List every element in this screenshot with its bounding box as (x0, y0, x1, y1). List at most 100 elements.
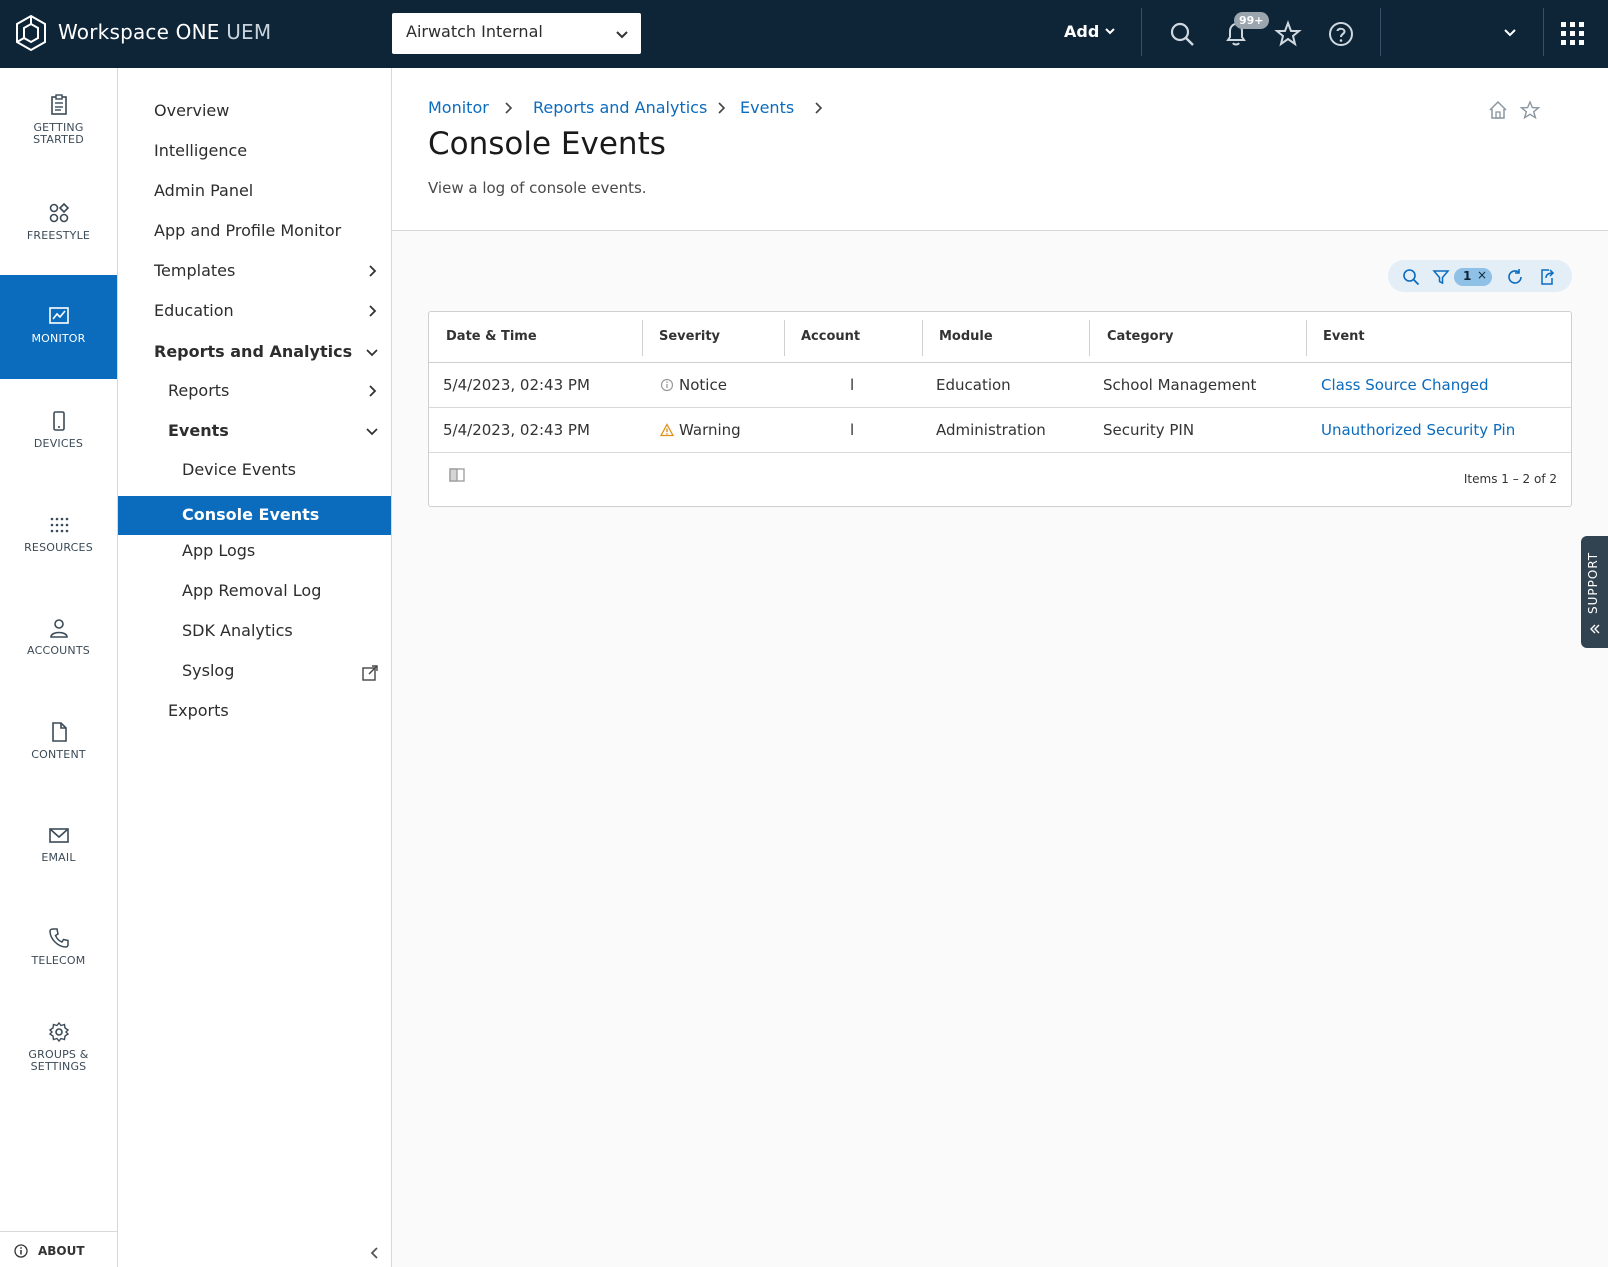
favorite-star-icon[interactable] (1520, 100, 1540, 120)
add-button[interactable]: Add (1064, 22, 1115, 41)
nav-item-app-profile-monitor[interactable]: App and Profile Monitor (118, 212, 391, 250)
column-resize-handle[interactable] (1306, 320, 1307, 356)
rail-item-content[interactable]: CONTENT (0, 693, 117, 795)
main-content: Monitor Reports and Analytics Events Con… (392, 68, 1608, 1267)
nav-item-console-events[interactable]: Console Events (118, 496, 391, 535)
column-header-severity[interactable]: Severity (659, 329, 720, 344)
user-menu-chevron-icon[interactable] (1503, 25, 1517, 39)
freestyle-workflow-icon (49, 202, 69, 223)
nav-item-admin-panel[interactable]: Admin Panel (118, 172, 391, 210)
rail-label: MONITOR (31, 332, 86, 345)
export-icon[interactable] (1538, 268, 1556, 286)
collapse-menu-chevron-icon[interactable] (368, 1246, 382, 1260)
external-link-icon (362, 665, 378, 681)
nav-item-app-removal-log[interactable]: App Removal Log (118, 572, 391, 610)
grid-header-row: Date & Time Severity Account Module Cate… (429, 312, 1571, 363)
nav-item-syslog[interactable]: Syslog (118, 652, 391, 690)
monitor-chart-icon (48, 307, 69, 324)
column-header-date-time[interactable]: Date & Time (446, 329, 537, 344)
rail-item-getting-started[interactable]: GETTING STARTED (0, 78, 117, 180)
rail-label: CONTENT (31, 748, 86, 761)
cell-severity: Warning (679, 421, 741, 439)
support-tab[interactable]: SUPPORT (1581, 536, 1608, 648)
nav-item-templates[interactable]: Templates (118, 252, 391, 290)
organization-group-select[interactable]: Airwatch Internal (392, 13, 641, 54)
page-header: Monitor Reports and Analytics Events Con… (392, 68, 1608, 231)
search-icon[interactable] (1402, 268, 1420, 286)
column-header-category[interactable]: Category (1107, 329, 1173, 344)
rail-item-resources[interactable]: RESOURCES (0, 486, 117, 588)
gear-icon (48, 1021, 69, 1043)
warning-triangle-icon (660, 423, 674, 437)
rail-label: DEVICES (33, 437, 84, 450)
column-resize-handle[interactable] (642, 320, 643, 356)
mobile-device-icon (52, 411, 65, 431)
about-button[interactable]: ABOUT (0, 1231, 117, 1267)
column-resize-handle[interactable] (784, 320, 785, 356)
refresh-icon[interactable] (1506, 268, 1524, 286)
chevron-right-icon (369, 305, 377, 317)
double-chevron-left-icon (1590, 624, 1600, 634)
cell-category: Security PIN (1103, 421, 1195, 439)
header-divider (1141, 8, 1142, 56)
nav-item-sdk-analytics[interactable]: SDK Analytics (118, 612, 391, 650)
home-icon[interactable] (1488, 100, 1508, 120)
help-icon[interactable] (1327, 20, 1355, 48)
active-filter-chip[interactable]: 1 × (1454, 268, 1492, 286)
nav-item-reports[interactable]: Reports (118, 372, 391, 410)
rail-label: ACCOUNTS (27, 644, 90, 657)
rail-item-accounts[interactable]: ACCOUNTS (0, 589, 117, 691)
pagination-count: Items 1 – 2 of 2 (1463, 472, 1557, 486)
console-events-grid: Date & Time Severity Account Module Cate… (428, 311, 1572, 507)
resources-grid-icon (50, 517, 68, 533)
nav-item-app-logs[interactable]: App Logs (118, 532, 391, 570)
user-account-icon (49, 619, 68, 638)
support-label: SUPPORT (1586, 551, 1600, 614)
grid-footer: Items 1 – 2 of 2 (429, 452, 1571, 506)
breadcrumb-reports-analytics[interactable]: Reports and Analytics (533, 98, 707, 117)
breadcrumb-events[interactable]: Events (740, 98, 794, 117)
nav-item-events[interactable]: Events (118, 412, 391, 450)
cell-event-link[interactable]: Unauthorized Security Pin (1321, 421, 1515, 439)
rail-item-groups-settings[interactable]: GROUPS & SETTINGS (0, 1003, 117, 1105)
column-header-account[interactable]: Account (801, 329, 860, 344)
primary-nav-rail: GETTING STARTED FREESTYLE MONITOR DEVICES… (0, 68, 118, 1267)
chevron-down-icon (366, 349, 378, 357)
search-icon[interactable] (1168, 20, 1196, 48)
nav-item-intelligence[interactable]: Intelligence (118, 132, 391, 170)
star-icon[interactable] (1274, 20, 1302, 48)
cell-module: Education (936, 376, 1011, 394)
rail-item-email[interactable]: EMAIL (0, 796, 117, 898)
column-header-module[interactable]: Module (939, 329, 993, 344)
nav-item-education[interactable]: Education (118, 292, 391, 330)
cell-account: l (850, 421, 855, 439)
app-launcher-grid-icon[interactable] (1561, 22, 1585, 46)
notice-info-icon (660, 378, 674, 392)
nav-item-exports[interactable]: Exports (118, 692, 391, 730)
nav-item-overview[interactable]: Overview (118, 92, 391, 130)
rail-item-freestyle[interactable]: FREESTYLE (0, 180, 117, 282)
filter-icon[interactable] (1432, 268, 1450, 286)
column-resize-handle[interactable] (922, 320, 923, 356)
workspace-one-logo-icon[interactable] (14, 14, 48, 52)
chevron-right-icon (505, 102, 513, 114)
cell-event-link[interactable]: Class Source Changed (1321, 376, 1488, 394)
top-header: Workspace ONE UEM Airwatch Internal Add … (0, 0, 1608, 68)
document-icon (51, 722, 67, 742)
clear-filter-icon[interactable]: × (1477, 268, 1487, 282)
column-header-event[interactable]: Event (1323, 329, 1365, 344)
column-resize-handle[interactable] (1089, 320, 1090, 356)
cell-date-time: 5/4/2023, 02:43 PM (443, 421, 590, 439)
rail-item-telecom[interactable]: TELECOM (0, 899, 117, 1001)
rail-item-monitor[interactable]: MONITOR (0, 275, 117, 379)
phone-icon (48, 928, 69, 948)
column-toggle-icon[interactable] (449, 468, 465, 482)
notification-badge: 99+ (1234, 12, 1269, 29)
breadcrumb-monitor[interactable]: Monitor (428, 98, 489, 117)
nav-item-reports-analytics[interactable]: Reports and Analytics (118, 333, 391, 371)
rail-item-devices[interactable]: DEVICES (0, 382, 117, 484)
nav-item-device-events[interactable]: Device Events (118, 451, 391, 489)
grid-toolbar: 1 × (1388, 260, 1572, 292)
header-divider (1380, 8, 1381, 56)
add-button-label: Add (1064, 22, 1100, 41)
